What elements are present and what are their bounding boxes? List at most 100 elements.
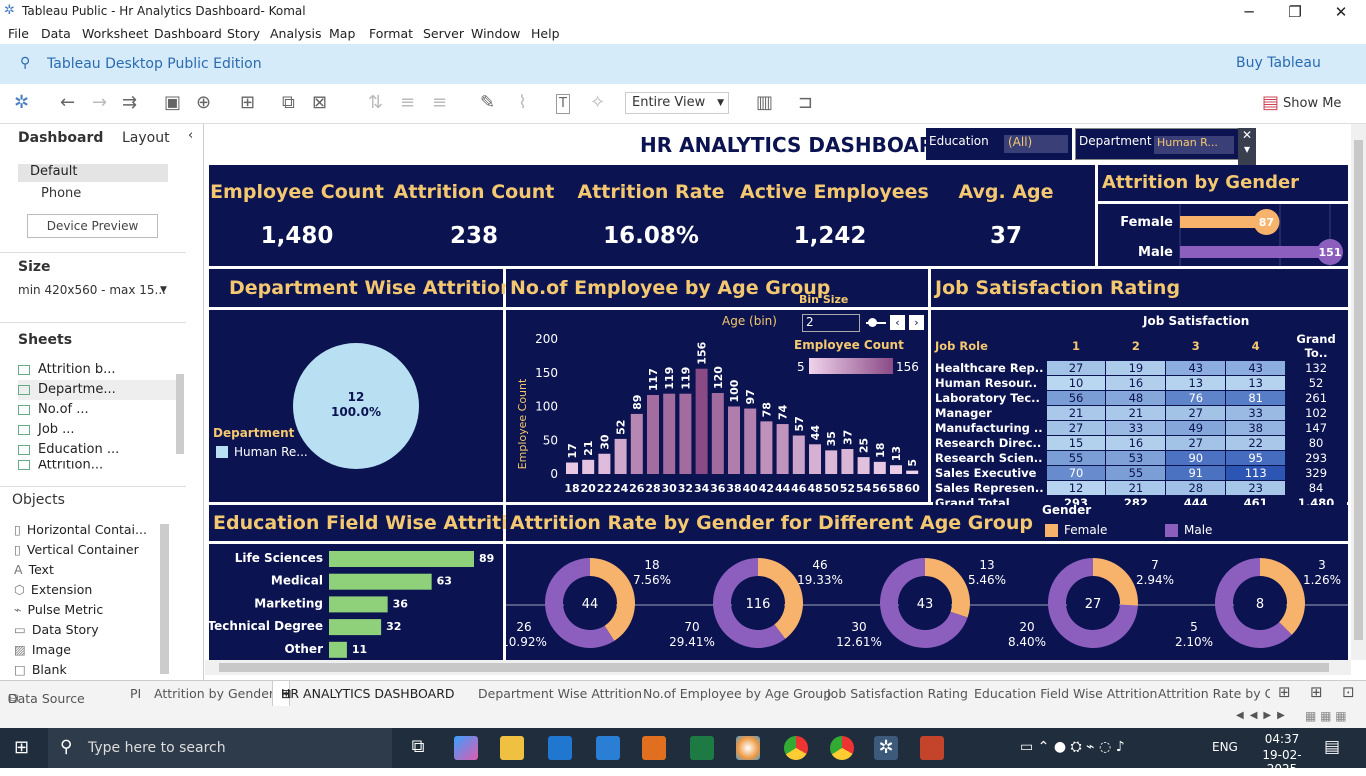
sheets-scrollbar[interactable] (176, 374, 184, 454)
fit-select[interactable]: Entire View ▼ (625, 92, 729, 114)
chrome-icon[interactable] (784, 736, 808, 760)
table-cell[interactable]: 12 (1046, 480, 1107, 496)
tab-attrition-by-gender[interactable]: Attrition by Gender (154, 686, 274, 701)
table-cell[interactable]: 21 (1105, 480, 1167, 496)
swap-icon[interactable]: ⇅ (368, 94, 383, 112)
scroll-thumb[interactable] (219, 663, 1329, 672)
table-cell[interactable]: 19 (1105, 360, 1167, 376)
objects-scrollbar[interactable] (160, 524, 169, 674)
edu-bar[interactable] (329, 641, 347, 658)
table-cell[interactable]: 56 (1046, 390, 1107, 406)
table-cell[interactable]: 81 (1225, 390, 1287, 406)
filter-close-icon[interactable]: ✕ ▾ (1238, 128, 1256, 168)
tab-employee-by-age-group[interactable]: No.of Employee by Age Group (643, 686, 831, 701)
education-filter[interactable]: Education (All) (926, 128, 1072, 160)
age-bar[interactable] (776, 424, 789, 474)
table-cell[interactable]: 43 (1165, 360, 1227, 376)
tab-pi[interactable]: PI (130, 686, 141, 701)
tab-attrition-rate-gender[interactable]: Attrition Rate by Ger (1158, 686, 1270, 701)
duplicate-icon[interactable]: ⧉ (282, 94, 295, 112)
clear-sheet-icon[interactable]: ⊠ (312, 94, 327, 112)
table-cell[interactable]: 84 (1285, 480, 1347, 496)
table-cell[interactable]: 27 (1046, 360, 1107, 376)
age-bar[interactable] (890, 465, 902, 474)
collapse-icon[interactable]: ‹ (188, 128, 193, 143)
table-cell[interactable]: 55 (1046, 450, 1107, 466)
table-cell[interactable]: 95 (1225, 450, 1287, 466)
clock-time[interactable]: 04:37 (1250, 732, 1314, 746)
device-preview-button[interactable]: Device Preview (27, 214, 158, 238)
restore-button[interactable]: ❐ (1272, 1, 1318, 23)
age-bar[interactable] (906, 470, 919, 474)
table-cell[interactable]: 33 (1105, 420, 1167, 436)
new-data-source-icon[interactable]: ⊕ (196, 94, 211, 112)
tab-layout[interactable]: Layout (122, 130, 170, 146)
age-bar[interactable] (695, 368, 708, 474)
age-bar[interactable] (728, 406, 740, 475)
object-text[interactable]: A Text (14, 560, 164, 580)
object-data-story[interactable]: ▭ Data Story (14, 620, 164, 640)
language-indicator[interactable]: ENG (1212, 740, 1238, 754)
table-cell[interactable]: 23 (1225, 480, 1287, 496)
object-vertical-container[interactable]: ▯ Vertical Container (14, 540, 164, 560)
object-blank[interactable]: □ Blank (14, 660, 164, 680)
table-cell[interactable]: 38 (1225, 420, 1287, 436)
replay-icon[interactable]: ⇉ (122, 94, 137, 112)
taskbar-search[interactable]: ⚲ Type here to search (48, 728, 392, 768)
table-cell[interactable]: 21 (1105, 405, 1167, 421)
object-image[interactable]: ▨ Image (14, 640, 164, 660)
table-cell[interactable]: 21 (1046, 405, 1107, 421)
sheet-item[interactable]: Attrition... (18, 460, 178, 470)
table-cell[interactable]: 90 (1165, 450, 1227, 466)
sort-desc-icon[interactable]: ≡ (432, 94, 447, 112)
age-bar[interactable] (744, 408, 757, 474)
legend-male[interactable]: Male (1184, 523, 1212, 537)
table-cell[interactable]: 16 (1105, 435, 1167, 451)
legend-item[interactable]: Human Re... (234, 445, 308, 459)
legend-female[interactable]: Female (1064, 523, 1107, 537)
table-cell[interactable]: 102 (1285, 405, 1347, 421)
buy-tableau-link[interactable]: Buy Tableau (1236, 55, 1321, 71)
pin-axis-icon[interactable]: ✧ (590, 94, 605, 112)
new-worksheet-tab-icon[interactable]: ⊞ (1278, 683, 1291, 701)
age-bar[interactable] (711, 393, 724, 474)
close-button[interactable]: ✕ (1318, 1, 1364, 23)
chrome-profile-icon[interactable] (830, 736, 854, 760)
excel-icon[interactable] (690, 736, 714, 760)
sort-asc-icon[interactable]: ≡ (400, 94, 415, 112)
menu-worksheet[interactable]: Worksheet (82, 26, 148, 41)
minimize-button[interactable]: ─ (1226, 1, 1272, 23)
sheet-item[interactable]: Job ... (18, 420, 178, 440)
object-pulse-metric[interactable]: ⌁ Pulse Metric (14, 600, 164, 620)
presentation-icon[interactable]: ⊐ (798, 94, 813, 112)
table-cell[interactable]: 113 (1225, 465, 1287, 481)
age-bar[interactable] (598, 453, 611, 474)
age-bar[interactable] (663, 393, 676, 474)
table-cell[interactable]: 16 (1105, 375, 1167, 391)
app-icon[interactable] (642, 736, 666, 760)
show-me-button[interactable]: Show Me (1283, 96, 1341, 111)
save-icon[interactable]: ▣ (164, 94, 181, 112)
tab-dashboard[interactable]: Dashboard (18, 130, 103, 146)
table-cell[interactable]: 48 (1105, 390, 1167, 406)
clock-date[interactable]: 19-02-2025 (1250, 748, 1314, 776)
new-dashboard-tab-icon[interactable]: ⊞ (1310, 683, 1323, 701)
menu-dashboard[interactable]: Dashboard (154, 26, 222, 41)
sheet-item[interactable]: Education ... (18, 440, 178, 460)
table-cell[interactable]: 13 (1225, 375, 1287, 391)
tab-job-satisfaction[interactable]: Job Satisfaction Rating (827, 686, 968, 701)
scroll-thumb[interactable] (1354, 140, 1363, 640)
table-cell[interactable]: 27 (1165, 405, 1227, 421)
edu-bar[interactable] (329, 596, 388, 613)
highlight-icon[interactable]: ✎ (480, 94, 495, 112)
table-cell[interactable]: 55 (1105, 465, 1167, 481)
edu-bar[interactable] (329, 573, 432, 590)
redo-icon[interactable]: → (92, 94, 107, 112)
labels-icon[interactable]: T (556, 94, 570, 114)
table-cell[interactable]: 27 (1046, 420, 1107, 436)
table-cell[interactable]: 33 (1225, 405, 1287, 421)
new-worksheet-icon[interactable]: ⊞ (240, 94, 255, 112)
menu-story[interactable]: Story (227, 26, 260, 41)
vertical-scrollbar[interactable] (1351, 124, 1366, 660)
menu-file[interactable]: File (8, 26, 29, 41)
